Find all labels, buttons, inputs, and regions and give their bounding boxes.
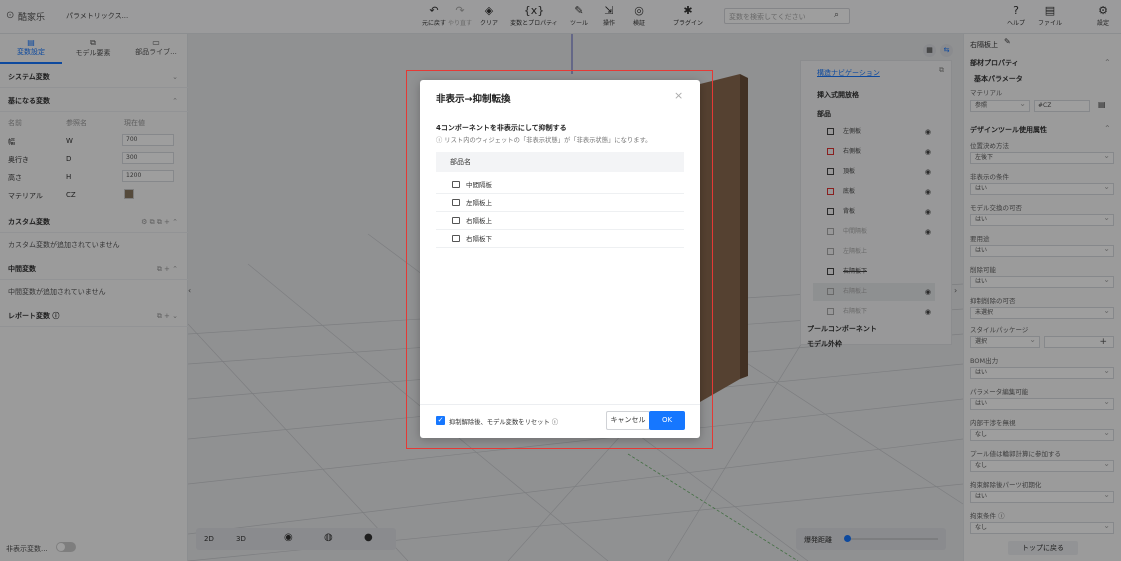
- highlight-frame: [406, 70, 713, 449]
